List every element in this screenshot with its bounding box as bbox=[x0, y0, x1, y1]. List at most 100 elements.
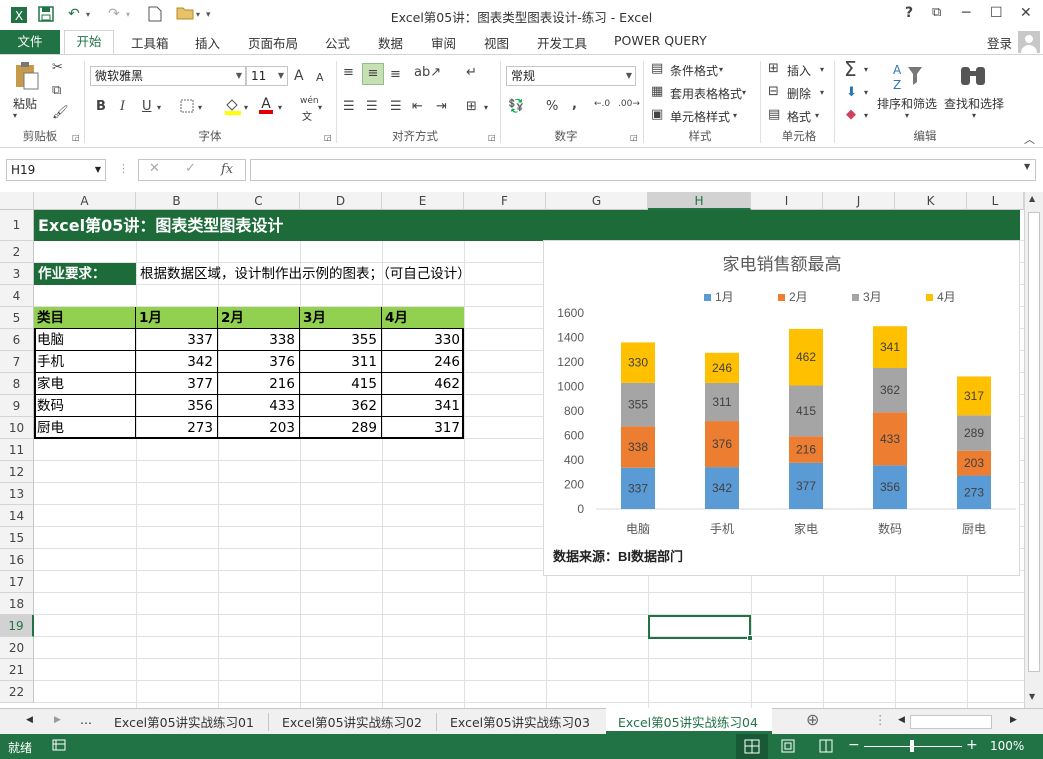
table-header-cell[interactable]: 1月 bbox=[136, 307, 218, 329]
table-header-cell[interactable]: 4月 bbox=[382, 307, 464, 329]
select-all-corner[interactable] bbox=[0, 192, 34, 210]
normal-view-icon[interactable] bbox=[736, 734, 768, 759]
delete-cells-icon[interactable]: ⊟ bbox=[768, 84, 779, 99]
autosum-icon[interactable]: Σ bbox=[844, 57, 857, 81]
row-header-18[interactable]: 18 bbox=[0, 593, 34, 615]
page-layout-view-icon[interactable] bbox=[780, 739, 796, 756]
copy-icon[interactable]: ⧉ bbox=[52, 83, 61, 98]
more-sheets-button[interactable]: ... bbox=[80, 712, 92, 727]
bold-button[interactable]: B bbox=[96, 99, 106, 114]
align-top-icon[interactable]: ≡ bbox=[343, 65, 354, 80]
merge-dropdown-icon[interactable]: ▾ bbox=[484, 103, 488, 112]
delete-cells-button[interactable]: 删除 bbox=[787, 85, 811, 102]
table-cell[interactable]: 家电 bbox=[34, 373, 136, 395]
fill-dropdown-icon[interactable]: ▾ bbox=[244, 103, 248, 112]
font-launcher-icon[interactable]: ◲ bbox=[324, 133, 332, 142]
sheet-tab-02[interactable]: Excel第05讲实战练习02 bbox=[282, 712, 422, 731]
alignment-launcher-icon[interactable]: ◲ bbox=[488, 133, 496, 142]
row-header-2[interactable]: 2 bbox=[0, 241, 34, 263]
add-sheet-icon[interactable]: ⊕ bbox=[806, 710, 819, 729]
row-header-12[interactable]: 12 bbox=[0, 461, 34, 483]
chart[interactable]: 家电销售额最高 1月 2月 3月 4月 0 200 400 600 800 1000 1200 1400… bbox=[543, 240, 1020, 576]
help-icon[interactable]: ? bbox=[905, 5, 913, 21]
font-color-dropdown-icon[interactable]: ▾ bbox=[278, 103, 282, 112]
next-sheet-icon[interactable]: ▶ bbox=[54, 715, 61, 725]
page-break-view-icon[interactable] bbox=[818, 739, 834, 756]
shrink-font-icon[interactable]: A bbox=[316, 71, 324, 84]
scroll-right-icon[interactable]: ▶ bbox=[1010, 715, 1017, 725]
row-header-19[interactable]: 19 bbox=[0, 615, 34, 637]
table-cell[interactable]: 317 bbox=[382, 417, 464, 439]
grow-font-icon[interactable]: A bbox=[294, 68, 304, 84]
table-cell[interactable]: 462 bbox=[382, 373, 464, 395]
scroll-up-icon[interactable]: ▲ bbox=[1029, 194, 1035, 203]
italic-button[interactable]: I bbox=[120, 99, 125, 114]
orientation-icon[interactable]: ab↗ bbox=[414, 65, 441, 80]
decrease-indent-icon[interactable]: ⇤ bbox=[412, 99, 423, 114]
percent-button[interactable]: % bbox=[546, 99, 558, 114]
row-header-16[interactable]: 16 bbox=[0, 549, 34, 571]
tab-file[interactable]: 文件 bbox=[0, 30, 60, 54]
font-size-combo[interactable]: 11 ▼ bbox=[246, 66, 288, 86]
increase-decimal-icon[interactable]: ←.0 bbox=[594, 99, 610, 109]
table-cell[interactable]: 289 bbox=[300, 417, 382, 439]
login-link[interactable]: 登录 bbox=[987, 33, 1012, 52]
insert-function-icon[interactable]: fx bbox=[221, 162, 233, 177]
table-cell[interactable]: 415 bbox=[300, 373, 382, 395]
underline-dropdown-icon[interactable]: ▾ bbox=[157, 103, 161, 112]
table-cell[interactable]: 433 bbox=[218, 395, 300, 417]
number-format-combo[interactable]: 常规 ▼ bbox=[506, 66, 636, 86]
table-cell[interactable]: 330 bbox=[382, 329, 464, 351]
number-launcher-icon[interactable]: ◲ bbox=[630, 133, 638, 142]
tab-view[interactable]: 视图 bbox=[484, 33, 509, 52]
find-select-icon[interactable] bbox=[958, 61, 988, 95]
confirm-icon[interactable]: ✓ bbox=[185, 161, 196, 176]
column-header-A[interactable]: A bbox=[34, 192, 136, 210]
tab-formulas[interactable]: 公式 bbox=[325, 33, 350, 52]
insert-cells-button[interactable]: 插入 bbox=[787, 62, 811, 79]
insert-cells-icon[interactable]: ⊞ bbox=[768, 61, 779, 76]
table-cell[interactable]: 273 bbox=[136, 417, 218, 439]
align-right-icon[interactable]: ☰ bbox=[390, 99, 402, 114]
table-cell[interactable]: 246 bbox=[382, 351, 464, 373]
expand-formula-icon[interactable]: ▼ bbox=[1024, 162, 1030, 171]
paste-label[interactable]: 粘贴 bbox=[13, 95, 37, 112]
table-cell[interactable]: 355 bbox=[300, 329, 382, 351]
merge-center-icon[interactable]: ⊞ bbox=[466, 99, 477, 114]
macro-record-icon[interactable] bbox=[52, 738, 66, 755]
scroll-thumb[interactable] bbox=[1028, 212, 1040, 672]
phonetic-dropdown-icon[interactable]: ▾ bbox=[318, 103, 322, 112]
collapse-ribbon-icon[interactable]: ︿ bbox=[1024, 131, 1035, 147]
column-header-G[interactable]: G bbox=[546, 192, 648, 210]
align-middle-icon[interactable]: ≡ bbox=[362, 63, 384, 85]
find-select-button[interactable]: 查找和选择 bbox=[944, 95, 1004, 112]
tab-page-layout[interactable]: 页面布局 bbox=[248, 33, 298, 52]
table-cell[interactable]: 311 bbox=[300, 351, 382, 373]
tab-review[interactable]: 审阅 bbox=[431, 33, 456, 52]
sheet-tab-01[interactable]: Excel第05讲实战练习01 bbox=[114, 712, 254, 731]
format-cells-button[interactable]: 格式 bbox=[787, 108, 811, 125]
minimize-icon[interactable]: ─ bbox=[962, 5, 970, 21]
vertical-scrollbar[interactable]: ▲ ▼ bbox=[1024, 192, 1043, 708]
table-cell[interactable]: 216 bbox=[218, 373, 300, 395]
close-icon[interactable]: ✕ bbox=[1020, 5, 1032, 21]
autosum-dropdown-icon[interactable]: ▾ bbox=[864, 65, 868, 74]
tab-home[interactable]: 开始 bbox=[64, 30, 114, 55]
row-header-9[interactable]: 9 bbox=[0, 395, 34, 417]
row-header-3[interactable]: 3 bbox=[0, 263, 34, 285]
maximize-icon[interactable]: ☐ bbox=[990, 5, 1003, 21]
row-header-15[interactable]: 15 bbox=[0, 527, 34, 549]
zoom-out-icon[interactable]: − bbox=[848, 737, 860, 753]
table-cell[interactable]: 362 bbox=[300, 395, 382, 417]
cell-styles-icon[interactable]: ▣ bbox=[651, 107, 663, 122]
row-header-5[interactable]: 5 bbox=[0, 307, 34, 329]
align-bottom-icon[interactable]: ≡ bbox=[390, 67, 401, 82]
sort-filter-icon[interactable]: AZ bbox=[891, 61, 923, 97]
column-header-D[interactable]: D bbox=[300, 192, 382, 210]
fill-dropdown-icon[interactable]: ▾ bbox=[864, 88, 868, 97]
format-painter-icon[interactable]: 🖌 bbox=[52, 105, 69, 120]
table-cell[interactable]: 203 bbox=[218, 417, 300, 439]
selected-cell[interactable] bbox=[648, 615, 751, 639]
phonetic-icon[interactable]: wén bbox=[300, 96, 319, 106]
prev-sheet-icon[interactable]: ◀ bbox=[26, 715, 33, 725]
